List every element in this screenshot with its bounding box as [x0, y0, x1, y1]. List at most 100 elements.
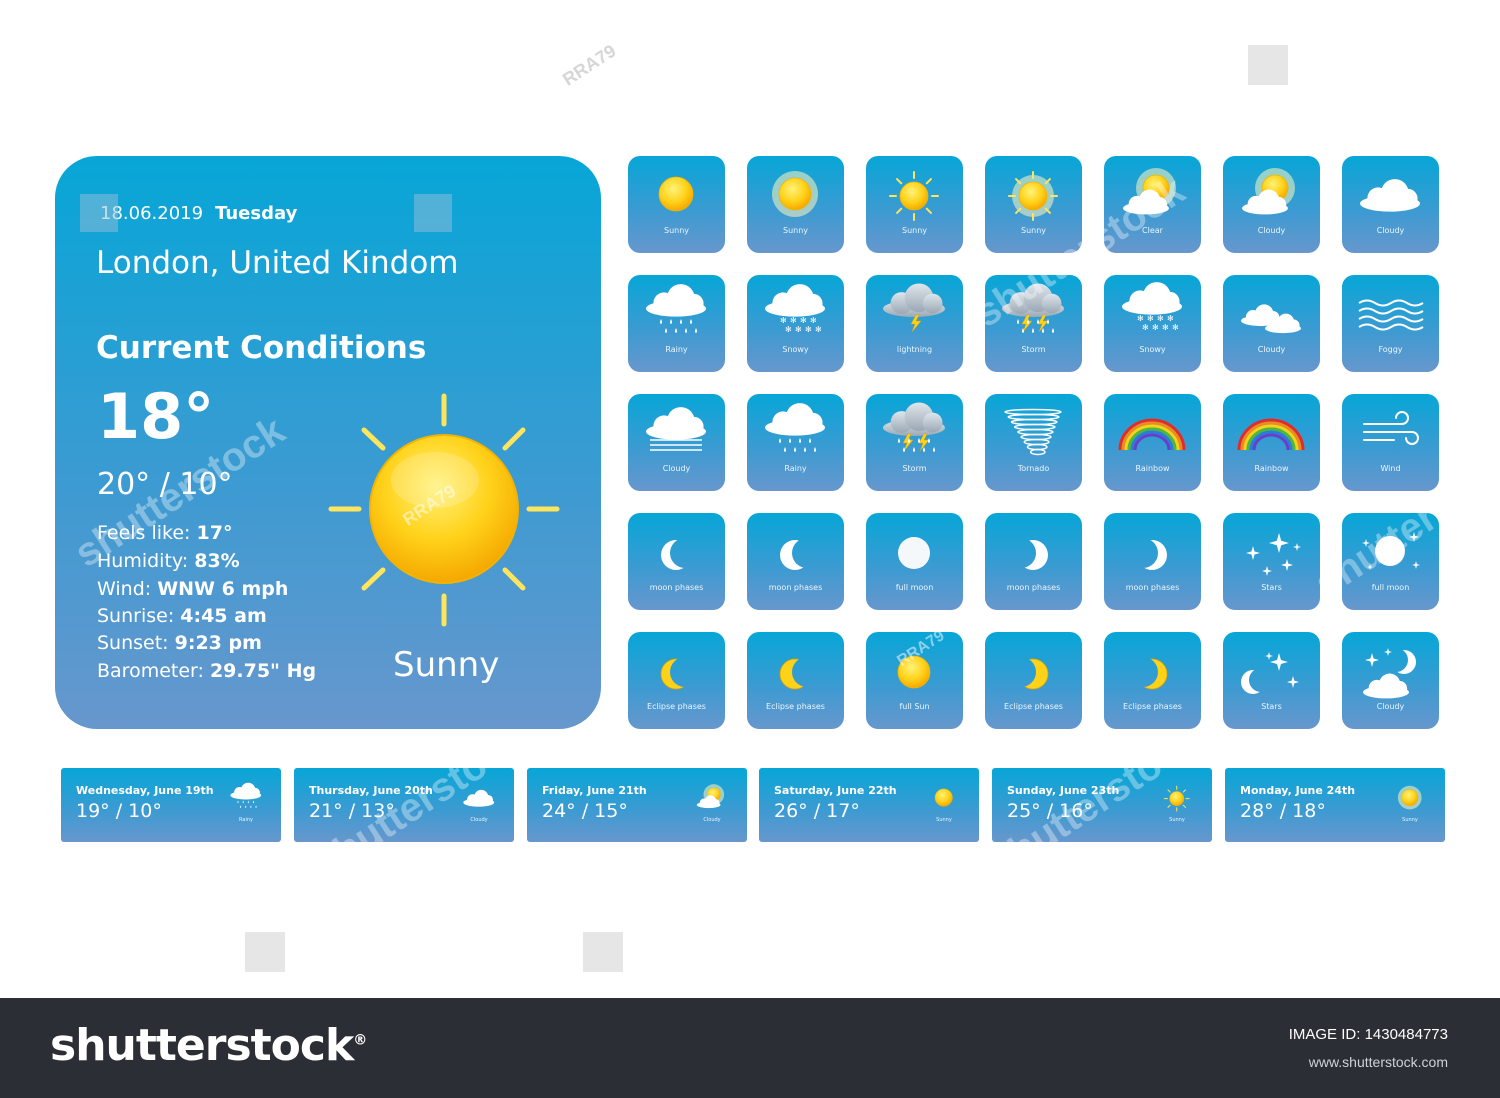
weather-tile-eclipse-left[interactable]: Eclipse phases: [628, 632, 725, 729]
svg-text:✻: ✻: [1172, 323, 1179, 332]
svg-text:✻: ✻: [1152, 323, 1159, 332]
svg-text:✻: ✻: [795, 325, 802, 334]
snow-icon: ✻ ✻ ✻ ✻✻ ✻ ✻ ✻: [765, 284, 825, 334]
tile-label: Storm: [902, 464, 927, 473]
tile-label: full Sun: [899, 702, 930, 711]
tile-label: Cloudy: [1257, 226, 1286, 235]
forecast-condition: Sunny: [936, 817, 952, 823]
weather-tile-full-moon[interactable]: full moon: [866, 513, 963, 610]
weather-tile-eclipse-right[interactable]: Eclipse phases: [1104, 632, 1201, 729]
weather-tile-sun-cloud[interactable]: Cloudy: [1223, 156, 1320, 253]
forecast-condition: Cloudy: [470, 817, 488, 823]
weather-tile-eclipse-right-wide[interactable]: Eclipse phases: [985, 632, 1082, 729]
watermark-square: [80, 194, 118, 232]
current-temperature: 18°: [97, 380, 215, 453]
current-date-row: 18.06.2019 Tuesday: [100, 203, 297, 224]
weather-tile-crescent-left[interactable]: moon phases: [628, 513, 725, 610]
weather-tile-crescent-left-wide[interactable]: moon phases: [747, 513, 844, 610]
forecast-temp: 26° / 17°: [774, 800, 860, 822]
weather-tile-night-cloud[interactable]: Cloudy: [1342, 632, 1439, 729]
weather-tile-rain[interactable]: Rainy: [747, 394, 844, 491]
weather-tile-wind[interactable]: Wind: [1342, 394, 1439, 491]
weather-tile-cloud[interactable]: Cloudy: [1342, 156, 1439, 253]
watermark-artist: RRA79: [559, 40, 620, 90]
tile-label: moon phases: [1125, 583, 1180, 592]
detail-barometer: Barometer: 29.75" Hg: [97, 660, 317, 682]
svg-text:✻: ✻: [1157, 314, 1164, 323]
moon-stars-icon: [1241, 652, 1299, 694]
rain-icon: [765, 403, 825, 452]
full-moon-icon: [898, 537, 930, 569]
forecast-card[interactable]: Saturday, June 22th 26° / 17° Sunny: [759, 768, 979, 842]
weather-tile-stars[interactable]: Stars: [1223, 513, 1320, 610]
weather-tile-rainbow[interactable]: Rainbow: [1104, 394, 1201, 491]
svg-text:✻: ✻: [1137, 314, 1144, 323]
tile-label: Rainy: [784, 464, 807, 473]
sun-icon: [658, 176, 694, 212]
svg-text:✻: ✻: [1142, 323, 1149, 332]
clouds-icon: [1241, 304, 1301, 334]
weather-tile-rainbow[interactable]: Rainbow: [1223, 394, 1320, 491]
crescent-left-icon: [661, 540, 691, 570]
weather-tile-eclipse-left-wide[interactable]: Eclipse phases: [747, 632, 844, 729]
weather-tile-storm[interactable]: Storm: [866, 394, 963, 491]
forecast-card[interactable]: Friday, June 21th 24° / 15° Cloudy: [527, 768, 747, 842]
forecast-condition: Cloudy: [703, 817, 721, 823]
weather-tile-clouds[interactable]: Cloudy: [1223, 275, 1320, 372]
weather-tile-heavy-snow[interactable]: ✻ ✻ ✻ ✻ ✻ ✻ ✻ ✻ Snowy: [1104, 275, 1201, 372]
tile-label: Sunny: [782, 226, 809, 235]
tile-label: Sunny: [901, 226, 928, 235]
tile-label: Eclipse phases: [1004, 702, 1063, 711]
sun-icon: [328, 393, 560, 627]
watermark-square: [245, 932, 285, 972]
sun-glow-icon: [772, 171, 818, 217]
forecast-card[interactable]: Wednesday, June 19th 19° / 10° Rainy: [61, 768, 281, 842]
weather-tile-moon-stars[interactable]: Stars: [1223, 632, 1320, 729]
fog-icon: [1358, 299, 1424, 331]
svg-text:✻: ✻: [800, 316, 807, 325]
tile-label: Sunny: [663, 226, 690, 235]
tile-label: Wind: [1380, 464, 1401, 473]
tile-label: Snowy: [1139, 345, 1166, 354]
weather-tile-tornado[interactable]: Tornado: [985, 394, 1082, 491]
forecast-card[interactable]: Monday, June 24th 28° / 18° Sunny: [1225, 768, 1445, 842]
weather-tile-cloud-fog[interactable]: Cloudy: [628, 394, 725, 491]
rainbow-icon: [1118, 418, 1186, 451]
tile-label: Stars: [1261, 702, 1282, 711]
forecast-temp: 24° / 15°: [542, 800, 628, 822]
tile-label: Tornado: [1017, 464, 1050, 473]
tile-label: Eclipse phases: [1123, 702, 1182, 711]
detail-sunset: Sunset: 9:23 pm: [97, 632, 262, 654]
svg-text:✻: ✻: [810, 316, 817, 325]
heavy-snow-icon: ✻ ✻ ✻ ✻✻ ✻ ✻ ✻: [1122, 282, 1182, 332]
current-location: London, United Kindom: [96, 245, 459, 281]
tile-label: Cloudy: [662, 464, 691, 473]
forecast-day: Monday, June 24th: [1240, 784, 1356, 797]
weather-tile-sun-rays[interactable]: Sunny: [866, 156, 963, 253]
crescent-left-wide-icon: [780, 540, 810, 570]
crescent-right-icon: [1137, 540, 1167, 570]
image-url: www.shutterstock.com: [1308, 1054, 1448, 1070]
forecast-day: Saturday, June 22th: [774, 784, 897, 797]
weather-tile-snow[interactable]: ✻ ✻ ✻ ✻ ✻ ✻ ✻ ✻ Snowy: [747, 275, 844, 372]
tile-label: Stars: [1261, 583, 1282, 592]
weather-tile-lightning[interactable]: lightning: [866, 275, 963, 372]
weather-tile-fog[interactable]: Foggy: [1342, 275, 1439, 372]
watermark-square: [1248, 45, 1288, 85]
tile-label: Storm: [1021, 345, 1046, 354]
tile-label: Foggy: [1378, 345, 1403, 354]
night-cloud-icon: [1363, 648, 1416, 699]
tile-label: Cloudy: [1376, 702, 1405, 711]
weather-tile-crescent-right[interactable]: moon phases: [1104, 513, 1201, 610]
weather-tile-crescent-right-wide[interactable]: moon phases: [985, 513, 1082, 610]
tile-label: moon phases: [1006, 583, 1061, 592]
tile-label: Eclipse phases: [766, 702, 825, 711]
weather-tile-sun-glow[interactable]: Sunny: [747, 156, 844, 253]
svg-text:✻: ✻: [1162, 323, 1169, 332]
weather-tile-sun[interactable]: Sunny: [628, 156, 725, 253]
tile-label: Rainbow: [1254, 464, 1289, 473]
cloud-icon: [1360, 179, 1420, 212]
weather-tile-rain[interactable]: Rainy: [628, 275, 725, 372]
watermark-bar: shutterstock® IMAGE ID: 1430484773 www.s…: [0, 998, 1500, 1098]
current-day: Tuesday: [215, 203, 298, 224]
